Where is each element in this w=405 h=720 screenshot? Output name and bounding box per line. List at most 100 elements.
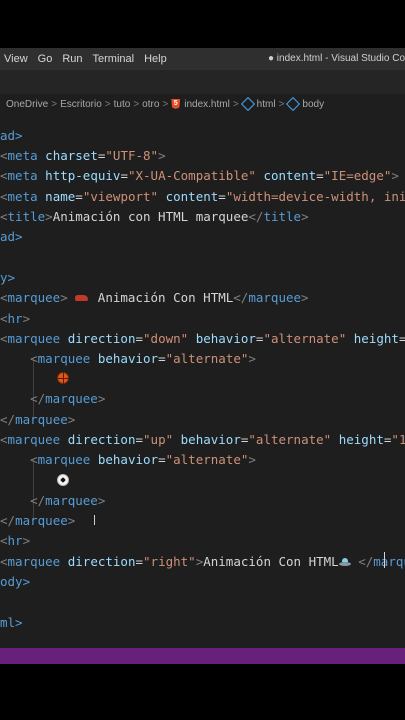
status-bar [0,648,405,664]
code-line[interactable]: <marquee> Animación Con HTML</marquee> [0,288,405,308]
code-token: > [97,493,106,508]
breadcrumb-item-file[interactable]: index.html [184,99,230,110]
code-line[interactable] [0,592,405,612]
breadcrumb-separator: > [133,98,140,110]
code-line[interactable]: <meta http-equiv="X-UA-Compatible" conte… [0,166,405,186]
code-token: < [0,452,38,467]
code-line[interactable]: y> [0,268,405,288]
code-line[interactable]: ad> [0,126,405,146]
breadcrumb-separator: > [104,98,111,110]
code-line[interactable]: <meta charset="UTF-8"> [0,146,405,166]
mouse-ibeam-cursor [94,515,97,525]
code-token: < [0,533,8,548]
code-token: hr [7,311,23,326]
code-token: "alternate" [165,351,249,366]
code-token: > [248,351,256,366]
menu-terminal[interactable]: Terminal [93,53,135,65]
breadcrumb-separator: > [278,98,285,110]
code-token: marquee [45,391,98,406]
code-line[interactable]: ml> [0,613,405,633]
code-token: </ [0,513,16,528]
code-token: marquee [45,493,98,508]
code-token: behavior [195,331,256,346]
code-token: content [165,189,219,204]
menu-view[interactable]: View [4,53,28,65]
code-line[interactable] [0,369,405,389]
code-token: = [218,189,226,204]
code-token: > [60,290,68,305]
breadcrumb-item-html[interactable]: html [257,99,276,110]
breadcrumb-item-escritorio[interactable]: Escritorio [60,99,102,110]
code-token: "alternate" [165,452,249,467]
code-token: </ [0,412,16,427]
code-token: "alternate" [263,331,347,346]
code-line[interactable] [0,248,405,268]
menu-run[interactable]: Run [62,53,82,65]
breadcrumb-item-onedrive[interactable]: OneDrive [6,99,48,110]
menu-go[interactable]: Go [38,53,53,65]
code-token: ody> [0,574,31,589]
ufo-emoji [338,557,351,566]
code-line[interactable]: </marquee> [0,410,405,430]
menu-help[interactable]: Help [144,53,167,65]
code-line[interactable]: <marquee direction="right">Animación Con… [0,552,405,572]
code-token: = [120,168,128,183]
code-token: </ [0,391,46,406]
code-token: = [135,331,144,346]
code-line[interactable]: ad> [0,227,405,247]
code-line[interactable]: <marquee direction="up" behavior="altern… [0,430,405,450]
code-token: marquee [7,432,68,447]
code-token: = [75,189,83,204]
code-line[interactable]: <marquee behavior="alternate"> [0,349,405,369]
code-token: "right" [143,554,196,569]
code-line[interactable]: </marquee> [0,491,405,511]
code-token: </ [233,290,249,305]
code-token: > [248,452,256,467]
code-line[interactable]: <hr> [0,309,405,329]
code-token: < [0,209,8,224]
code-token: meta [7,148,46,163]
code-token: "IE=edge" [323,168,392,183]
code-line[interactable] [0,471,405,491]
code-token: name [45,189,76,204]
code-token: > [67,513,76,528]
text-caret [384,552,385,568]
breadcrumb-item-otro[interactable]: otro [142,99,159,110]
code-line[interactable]: <hr> [0,531,405,551]
code-token: Animación con HTML marquee [52,209,249,224]
code-token: Animación Con HTML [203,554,339,569]
code-token: behavior [97,452,159,467]
car-emoji [75,294,89,301]
code-token: "up" [143,432,174,447]
code-token: y> [0,270,16,285]
breadcrumb-item-tuto[interactable]: tuto [114,99,131,110]
code-token: = [158,351,166,366]
code-line[interactable]: <meta name="viewport" content="width=dev… [0,187,405,207]
code-token: "alternate" [248,432,332,447]
code-line[interactable]: ody> [0,572,405,592]
code-token: </ [350,554,374,569]
code-line[interactable]: </marquee> [0,511,405,531]
code-token: < [0,311,8,326]
window-title: ● index.html - Visual Studio Co [267,53,405,64]
code-token: ml> [0,615,23,630]
code-line[interactable]: </marquee> [0,389,405,409]
code-line[interactable]: <title>Animación con HTML marquee</title… [0,207,405,227]
code-line[interactable]: <marquee behavior="alternate"> [0,450,405,470]
code-token: > [391,168,399,183]
code-token: marquee [248,290,302,305]
code-token: charset [45,148,98,163]
code-line[interactable]: <marquee direction="down" behavior="alte… [0,329,405,349]
code-token: Animación Con HTML [90,290,234,305]
breadcrumb-item-body[interactable]: body [302,99,324,110]
code-token: </ [0,493,46,508]
breadcrumb-separator: > [51,98,58,110]
code-token: title [263,209,302,224]
code-editor[interactable]: ad> <meta charset="UTF-8"> <meta http-equi… [0,114,405,648]
code-token: < [0,168,8,183]
element-symbol-icon [286,96,301,112]
code-token: direction [67,331,136,346]
